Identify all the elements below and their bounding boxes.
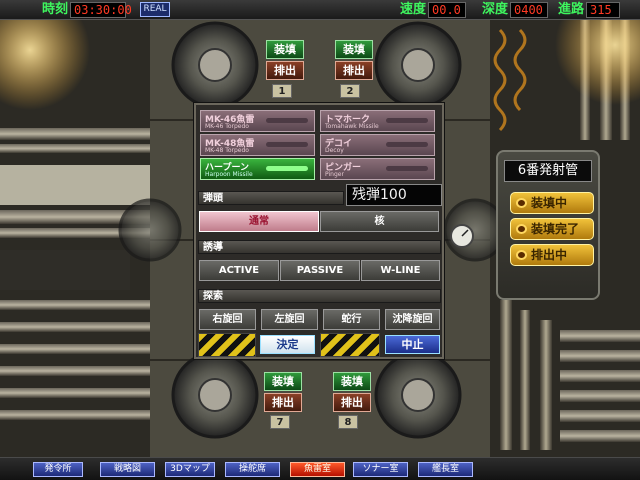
tube-2-unload-button[interactable]: 排出: [335, 61, 373, 80]
weapon-english-name: Pinger: [325, 171, 344, 178]
missile-icon: [386, 118, 428, 123]
status-lamp-icon: [516, 250, 527, 260]
tube-1-unload-button[interactable]: 排出: [266, 61, 304, 80]
weapon-decoy[interactable]: デコイ Decoy: [320, 134, 435, 156]
nav-strategy-map[interactable]: 戦略図: [100, 462, 155, 477]
decoy-icon: [386, 142, 428, 147]
search-sink-turn-button[interactable]: 沈降旋回: [385, 309, 440, 330]
guidance-section-header: 誘導: [198, 240, 441, 254]
weapon-mk46-torpedo[interactable]: MK-46魚雷 MK-46 Torpedo: [200, 110, 315, 132]
weapon-harpoon-missile[interactable]: ハープーン Harpoon Missile: [200, 158, 315, 180]
time-readout: 03:30:00: [70, 2, 132, 18]
speed-readout: 00.0: [428, 2, 466, 18]
weapon-mk48-torpedo[interactable]: MK-48魚雷 MK-48 Torpedo: [200, 134, 315, 156]
status-unloading: 排出中: [510, 244, 594, 266]
status-load-complete: 装填完了: [510, 218, 594, 240]
warhead-conventional-button[interactable]: 通常: [199, 211, 319, 232]
nav-torpedo-room[interactable]: 魚雷室: [290, 462, 345, 477]
warhead-nuclear-button[interactable]: 核: [320, 211, 439, 232]
tube-2-number: 2: [340, 84, 360, 98]
guidance-active-button[interactable]: ACTIVE: [199, 260, 279, 281]
tube-2-load-button[interactable]: 装填: [335, 40, 373, 59]
depth-readout: 0400: [510, 2, 548, 18]
guidance-wire-button[interactable]: W-LINE: [361, 260, 440, 281]
tube-8-load-button[interactable]: 装填: [333, 372, 371, 391]
status-load-complete-label: 装填完了: [531, 222, 580, 236]
real-mode-badge[interactable]: REAL: [140, 2, 170, 17]
course-label: 進路: [558, 2, 585, 17]
torpedo-icon: [266, 118, 308, 123]
warhead-section-header: 弾頭: [198, 191, 344, 205]
status-loading: 装填中: [510, 192, 594, 214]
nav-sonar-room[interactable]: ソナー室: [353, 462, 408, 477]
hazard-stripe: [320, 333, 380, 357]
search-label: 探索: [203, 291, 223, 302]
guidance-label: 誘導: [203, 242, 223, 253]
tube-8-unload-button[interactable]: 排出: [333, 393, 371, 412]
course-readout: 315: [586, 2, 620, 18]
ammo-remaining: 残弾100: [346, 184, 442, 206]
tube-status-title: 6番発射管: [504, 160, 592, 182]
missile-icon: [266, 166, 308, 171]
weapon-english-name: Tomahawk Missile: [325, 123, 379, 130]
tube-7-number: 7: [270, 415, 290, 429]
tube-7-load-button[interactable]: 装填: [264, 372, 302, 391]
weapon-english-name: MK-48 Torpedo: [205, 147, 249, 154]
nav-helm[interactable]: 操舵席: [225, 462, 280, 477]
search-section-header: 探索: [198, 289, 441, 303]
tube-7-unload-button[interactable]: 排出: [264, 393, 302, 412]
search-right-turn-button[interactable]: 右旋回: [199, 309, 256, 330]
tube-1-load-button[interactable]: 装填: [266, 40, 304, 59]
cancel-button[interactable]: 中止: [385, 335, 440, 354]
nav-captain-room[interactable]: 艦長室: [418, 462, 473, 477]
search-left-turn-button[interactable]: 左旋回: [261, 309, 318, 330]
weapon-pinger[interactable]: ピンガー Pinger: [320, 158, 435, 180]
nav-command-room[interactable]: 発令所: [33, 462, 83, 477]
tube-1-number: 1: [272, 84, 292, 98]
hazard-stripe: [198, 333, 256, 357]
weapon-english-name: MK-46 Torpedo: [205, 123, 249, 130]
guidance-passive-button[interactable]: PASSIVE: [280, 260, 360, 281]
status-lamp-icon: [516, 198, 527, 208]
tube-8-number: 8: [338, 415, 358, 429]
status-unloading-label: 排出中: [531, 248, 568, 262]
status-lamp-icon: [516, 224, 527, 234]
torpedo-icon: [266, 142, 308, 147]
search-snake-button[interactable]: 蛇行: [323, 309, 380, 330]
weapon-english-name: Decoy: [325, 147, 344, 154]
depth-label: 深度: [482, 2, 509, 17]
weapon-english-name: Harpoon Missile: [205, 171, 253, 178]
pinger-icon: [386, 166, 428, 171]
nav-3d-map[interactable]: 3Dマップ: [165, 462, 215, 477]
confirm-button[interactable]: 決定: [260, 335, 315, 354]
status-loading-label: 装填中: [531, 196, 568, 210]
weapon-tomahawk-missile[interactable]: トマホーク Tomahawk Missile: [320, 110, 435, 132]
speed-label: 速度: [400, 2, 427, 17]
time-label: 時刻: [42, 2, 69, 17]
warhead-label: 弾頭: [203, 193, 223, 204]
